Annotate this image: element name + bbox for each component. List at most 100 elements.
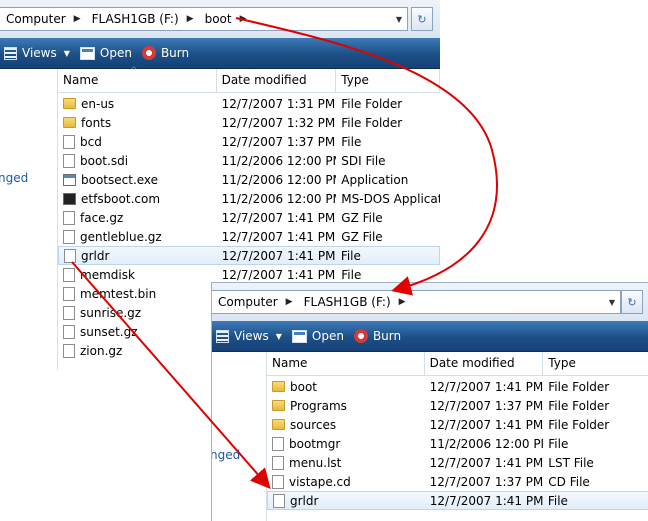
file-type: GZ File [341,210,383,225]
file-name-cell: menu.lst [267,455,425,470]
file-row[interactable]: face.gz 12/7/2007 1:41 PM GZ File [58,208,440,227]
column-date-modified[interactable]: Date modified [217,69,337,92]
file-icon [63,134,75,149]
address-dropdown-icon[interactable]: ▼ [604,291,620,313]
file-name: sources [290,417,337,432]
file-row[interactable]: bootmgr 11/2/2006 12:00 PM File [267,434,648,453]
address-bar[interactable]: Computer ▶ FLASH1GB (F:) ▶ boot ▶ ▼ [0,7,408,31]
file-date: 11/2/2006 12:00 PM [429,436,544,451]
views-button[interactable]: Views ▼ [4,46,70,60]
file-row[interactable]: grldr 12/7/2007 1:41 PM File [267,491,648,510]
file-row[interactable]: boot 12/7/2007 1:41 PM File Folder [267,377,648,396]
file-row[interactable]: Programs 12/7/2007 1:37 PM File Folder [267,396,648,415]
file-name: memdisk [80,267,135,282]
file-name-cell: memdisk [58,267,217,282]
column-type[interactable]: Type [336,69,440,92]
navigation-link[interactable]: nged [0,171,28,185]
folder-icon [272,419,285,430]
folder-icon [63,98,76,109]
file-date: 12/7/2007 1:32 PM [221,115,336,130]
file-date: 12/7/2007 1:37 PM [429,474,544,489]
refresh-button[interactable]: ↻ [411,7,433,31]
file-icon [63,305,75,320]
file-name-cell: sources [267,418,425,432]
file-icon [273,493,285,508]
file-name: memtest.bin [80,286,157,301]
breadcrumb-computer[interactable]: Computer [0,12,68,26]
refresh-button[interactable]: ↻ [621,290,643,314]
file-date: 11/2/2006 12:00 PM [221,153,337,168]
file-row[interactable]: grldr 12/7/2007 1:41 PM File [58,246,440,265]
file-type: File Folder [548,379,610,394]
file-icon [64,248,76,263]
file-row[interactable]: bootsect.exe 11/2/2006 12:00 PM Applicatio… [58,170,440,189]
file-row[interactable]: vistape.cd 12/7/2007 1:37 PM CD File [267,472,648,491]
file-date: 12/7/2007 1:37 PM [221,134,336,149]
file-row[interactable]: menu.lst 12/7/2007 1:41 PM LST File [267,453,648,472]
burn-label: Burn [160,46,190,60]
file-name-cell: boot.sdi [58,153,217,168]
burn-button[interactable]: Burn [141,46,190,60]
open-button[interactable]: Open [291,329,344,343]
file-name: bootsect.exe [81,172,159,187]
breadcrumb-separator-icon[interactable]: ▶ [280,297,298,307]
explorer-window-drive-root: Computer ▶ FLASH1GB (F:) ▶ ▼ ↻ Views ▼ O… [211,282,648,521]
sort-ascending-icon: ^ [130,66,138,76]
file-name: grldr [290,493,319,508]
file-date: 12/7/2007 1:41 PM [429,417,544,432]
file-icon [63,153,75,168]
breadcrumb-separator-icon[interactable]: ▶ [181,14,199,24]
file-row[interactable]: boot.sdi 11/2/2006 12:00 PM SDI File [58,151,440,170]
open-icon [291,329,307,343]
breadcrumb-flash-drive[interactable]: FLASH1GB (F:) [86,12,181,26]
file-icon [63,343,75,358]
file-type: File [548,436,569,451]
open-button[interactable]: Open [79,46,132,60]
column-name[interactable]: Name [267,352,425,375]
file-name: gentleblue.gz [80,229,162,244]
burn-icon [353,329,368,343]
column-type[interactable]: Type [543,352,648,375]
file-row[interactable]: etfsboot.com 11/2/2006 12:00 PM MS-DOS App… [58,189,440,208]
breadcrumb-computer[interactable]: Computer [212,295,280,309]
file-name-cell: bootmgr [267,436,425,451]
file-name: boot.sdi [80,153,129,168]
file-name-cell: gentleblue.gz [58,229,217,244]
file-row[interactable]: en-us 12/7/2007 1:31 PM File Folder [58,94,440,113]
views-label: Views [234,329,269,343]
file-date: 12/7/2007 1:41 PM [221,267,336,282]
address-bar-area: Computer ▶ FLASH1GB (F:) ▶ ▼ ↻ [212,283,648,321]
breadcrumb-separator-icon[interactable]: ▶ [234,14,252,24]
file-icon [272,474,284,489]
address-bar[interactable]: Computer ▶ FLASH1GB (F:) ▶ ▼ [212,290,621,314]
views-button[interactable]: Views ▼ [216,329,282,343]
breadcrumb-flash-drive[interactable]: FLASH1GB (F:) [298,295,393,309]
file-name: Programs [290,398,347,413]
breadcrumb-boot[interactable]: boot [199,12,234,26]
file-icon [63,210,75,225]
file-name-cell: sunset.gz [58,324,217,339]
file-name-cell: en-us [58,97,217,111]
address-dropdown-icon[interactable]: ▼ [391,8,407,30]
file-row[interactable]: sources 12/7/2007 1:41 PM File Folder [267,415,648,434]
file-row[interactable]: bcd 12/7/2007 1:37 PM File [58,132,440,151]
folder-icon [272,400,285,411]
file-date: 12/7/2007 1:31 PM [221,96,336,111]
file-name-cell: bootsect.exe [58,173,217,187]
file-type: File [340,248,361,263]
file-row[interactable]: gentleblue.gz 12/7/2007 1:41 PM GZ File [58,227,440,246]
breadcrumb-separator-icon[interactable]: ▶ [68,14,86,24]
file-date: 12/7/2007 1:41 PM [221,248,336,263]
breadcrumb-separator-icon[interactable]: ▶ [393,297,411,307]
column-date-modified[interactable]: Date modified [425,352,544,375]
file-date: 12/7/2007 1:37 PM [429,398,544,413]
file-type: File Folder [548,417,610,432]
file-row[interactable]: fonts 12/7/2007 1:32 PM File Folder [58,113,440,132]
burn-button[interactable]: Burn [353,329,402,343]
file-name: zion.gz [80,343,123,358]
address-bar-area: Computer ▶ FLASH1GB (F:) ▶ boot ▶ ▼ ↻ [0,0,440,38]
navigation-link[interactable]: nged [212,448,240,462]
file-date: 12/7/2007 1:41 PM [429,455,544,470]
chevron-down-icon: ▼ [275,331,282,341]
burn-label: Burn [372,329,402,343]
